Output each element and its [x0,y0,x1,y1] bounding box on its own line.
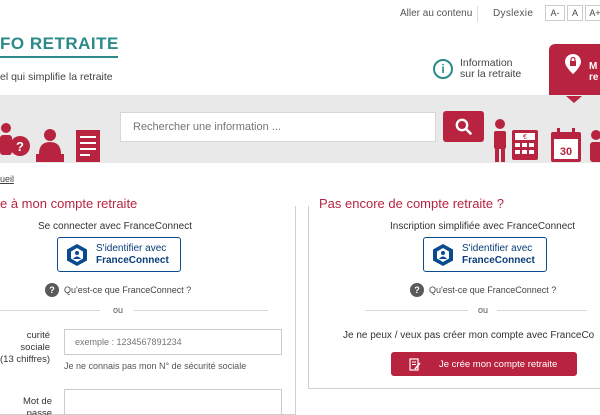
svg-text:?: ? [16,139,24,154]
person-icon [590,130,600,162]
password-label: Mot de passe [22,396,52,415]
help-question-icon: ? [410,283,424,297]
person-question-icon: ? [0,123,30,156]
or-divider-left [0,310,100,311]
ssn-label-line2: (13 chiffres) [0,354,50,365]
connect-with-label: Se connecter avec FranceConnect [38,221,192,232]
account-tab-label-line1: M [589,61,598,72]
search-button[interactable] [443,111,484,142]
password-input[interactable] [64,389,282,415]
franceconnect-label-line1: S'identifier avec [462,243,533,254]
unknown-ssn-link[interactable]: Je ne connais pas mon N° de sécurité soc… [64,361,246,371]
svg-text:€: € [523,134,527,141]
account-tab-arrow [566,96,582,103]
or-divider-right [497,310,587,311]
location-lock-icon [565,54,581,74]
search-input[interactable] [120,112,436,142]
create-account-button[interactable]: Je crée mon compte retraite [391,352,577,376]
site-logo-title[interactable]: FO RETRAITE [0,34,119,54]
or-separator-text: ou [478,305,489,315]
calendar-icon: 30 [551,128,581,162]
what-is-franceconnect-link[interactable]: Qu'est-ce que FranceConnect ? [429,285,556,295]
account-tab-label-line2: re [589,72,599,83]
site-tagline: el qui simplifie la retraite [0,71,113,83]
cannot-create-with-fc-label: Je ne peux / veux pas créer mon compte a… [343,330,595,341]
breadcrumb-home-link[interactable]: ueil [0,174,14,184]
franceconnect-label-line2: FranceConnect [462,255,535,266]
or-separator-text: ou [113,305,124,315]
font-increase-button[interactable]: A+ [585,5,600,21]
or-divider-left [365,310,468,311]
svg-text:30: 30 [560,146,572,158]
help-question-icon: ? [45,283,59,297]
ssn-label-line1: curité sociale [20,330,50,353]
person-calculator-icon: € [494,119,538,162]
edit-document-icon [409,358,421,371]
franceconnect-logo-icon [433,244,453,266]
ssn-label: curité sociale (13 chiffres) [0,330,50,366]
franceconnect-label-line2: FranceConnect [96,255,169,266]
or-divider-right [134,310,268,311]
logo-underline [0,56,118,58]
dyslexia-toggle[interactable]: Dyslexie [493,8,533,19]
person-at-desk-icon [36,129,64,162]
font-size-controls: A- A A+ [545,5,600,21]
signup-with-label: Inscription simplifiée avec FranceConnec… [390,221,576,232]
what-is-franceconnect-link[interactable]: Qu'est-ce que FranceConnect ? [64,285,191,295]
divider [477,6,478,22]
franceconnect-label-line1: S'identifier avec [96,243,167,254]
info-label-line2: sur la retraite [460,68,522,80]
retirement-info-link[interactable]: i Information sur la retraite [433,58,521,80]
franceconnect-login-button[interactable]: S'identifier avec FranceConnect [57,237,181,272]
document-icon [76,130,100,162]
font-decrease-button[interactable]: A- [545,5,565,21]
my-account-tab[interactable]: M re [549,44,600,98]
search-icon [455,118,472,135]
top-utility-bar: Aller au contenu Dyslexie A- A A+ [0,0,600,28]
login-panel-title: e à mon compte retraite [0,196,142,211]
ssn-input[interactable] [64,329,282,355]
font-normal-button[interactable]: A [567,5,583,21]
skip-to-content-link[interactable]: Aller au contenu [400,8,472,19]
signup-panel-title: Pas encore de compte retraite ? [315,196,508,211]
franceconnect-signup-button[interactable]: S'identifier avec FranceConnect [423,237,547,272]
create-account-button-label: Je crée mon compte retraite [439,359,558,370]
franceconnect-logo-icon [67,244,87,266]
info-icon: i [433,59,453,79]
